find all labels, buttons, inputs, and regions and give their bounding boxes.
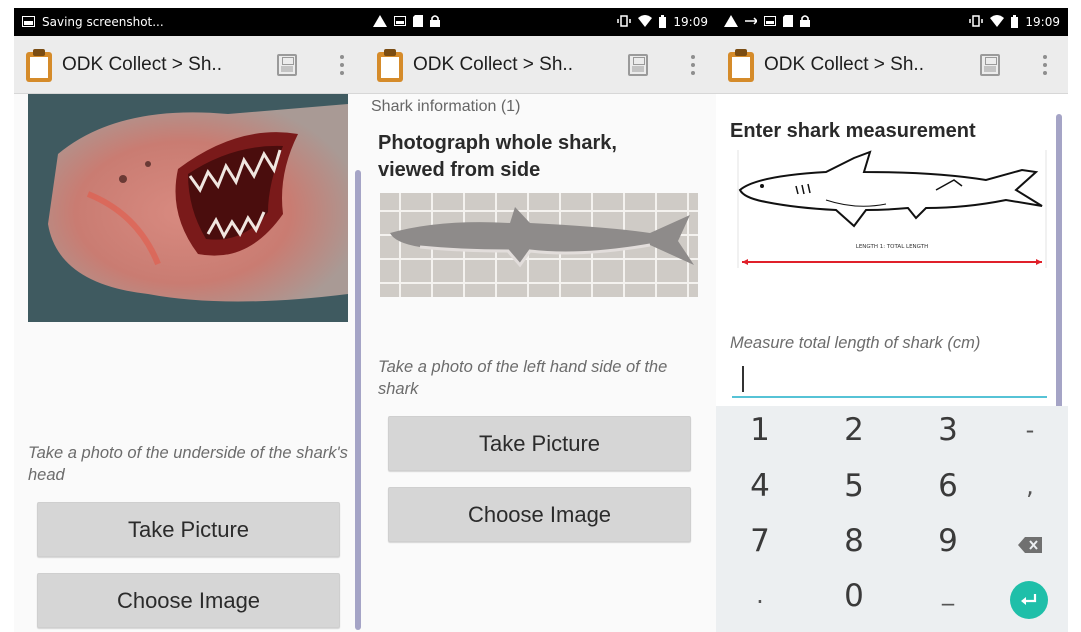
clipboard-icon bbox=[726, 48, 756, 82]
key-9[interactable]: 9 bbox=[908, 523, 988, 559]
question-hint: Take a photo of the left hand side of th… bbox=[378, 358, 668, 398]
usb-icon bbox=[745, 16, 759, 28]
clipboard-icon bbox=[375, 48, 405, 82]
choose-image-button[interactable]: Choose Image bbox=[388, 487, 691, 542]
app-toolbar: ODK Collect > Sh.. bbox=[14, 36, 365, 94]
sd-card-icon bbox=[413, 15, 423, 29]
form-content: Take a photo of the underside of the sha… bbox=[14, 94, 365, 632]
text-cursor bbox=[742, 366, 744, 392]
scrollbar[interactable] bbox=[1056, 114, 1062, 414]
screen-3: 19:09 ODK Collect > Sh.. Enter shark mea… bbox=[716, 8, 1068, 632]
overflow-menu-icon[interactable] bbox=[339, 54, 345, 75]
vibrate-icon bbox=[969, 15, 984, 29]
wifi-icon bbox=[990, 15, 1005, 29]
key-0[interactable]: 0 bbox=[814, 578, 894, 614]
lock-icon bbox=[800, 15, 810, 29]
key-5[interactable]: 5 bbox=[814, 468, 894, 504]
scrollbar[interactable] bbox=[355, 170, 361, 630]
backspace-icon[interactable] bbox=[1018, 537, 1042, 553]
battery-icon bbox=[659, 14, 667, 30]
vibrate-icon bbox=[617, 15, 632, 29]
key-7[interactable]: 7 bbox=[720, 523, 800, 559]
enter-icon[interactable] bbox=[1010, 581, 1048, 619]
sd-card-icon bbox=[783, 15, 793, 29]
save-icon[interactable] bbox=[980, 53, 1000, 76]
app-toolbar: ODK Collect > Sh.. bbox=[716, 36, 1068, 94]
key-8[interactable]: 8 bbox=[814, 523, 894, 559]
status-time: 19:09 bbox=[1025, 15, 1060, 29]
toolbar-title: ODK Collect > Sh.. bbox=[62, 53, 222, 75]
key-period[interactable]: . bbox=[720, 581, 800, 609]
save-icon[interactable] bbox=[628, 53, 648, 76]
status-bar: 19:09 bbox=[716, 8, 1068, 36]
toolbar-title: ODK Collect > Sh.. bbox=[764, 53, 924, 75]
measurement-input[interactable] bbox=[732, 356, 1047, 398]
clipboard-icon bbox=[24, 48, 54, 82]
overflow-menu-icon[interactable] bbox=[1042, 54, 1048, 75]
choose-image-button[interactable]: Choose Image bbox=[37, 573, 340, 628]
lock-icon bbox=[430, 15, 440, 29]
key-minus[interactable]: - bbox=[990, 416, 1068, 444]
save-icon[interactable] bbox=[277, 53, 297, 76]
question-hint: Take a photo of the underside of the sha… bbox=[28, 444, 348, 484]
warning-icon bbox=[724, 15, 738, 29]
diagram-caption: LENGTH 1: TOTAL LENGTH bbox=[856, 244, 928, 250]
take-picture-button[interactable]: Take Picture bbox=[388, 416, 691, 471]
shark-head-photo bbox=[28, 94, 348, 322]
shark-measurement-diagram: LENGTH 1: TOTAL LENGTH bbox=[736, 150, 1048, 268]
toolbar-title: ODK Collect > Sh.. bbox=[413, 53, 573, 75]
status-bar: Saving screenshot... bbox=[14, 8, 365, 36]
key-2[interactable]: 2 bbox=[814, 412, 894, 448]
status-notification-text: Saving screenshot... bbox=[42, 15, 164, 29]
key-3[interactable]: 3 bbox=[908, 412, 988, 448]
whole-shark-photo bbox=[380, 193, 698, 297]
status-time: 19:09 bbox=[673, 15, 708, 29]
status-bar: 19:09 bbox=[365, 8, 716, 36]
image-icon bbox=[22, 15, 35, 29]
image-icon bbox=[394, 16, 406, 28]
key-underscore[interactable]: _ bbox=[908, 578, 988, 606]
question-label: Photograph whole shark, viewed from side bbox=[378, 132, 617, 181]
take-picture-button[interactable]: Take Picture bbox=[37, 502, 340, 557]
screen-2: 19:09 ODK Collect > Sh.. Shark informati… bbox=[365, 8, 716, 632]
key-4[interactable]: 4 bbox=[720, 468, 800, 504]
numeric-keyboard: 1 2 3 - 4 5 6 , 7 8 9 . 0 _ bbox=[716, 406, 1068, 632]
group-label: Shark information (1) bbox=[371, 98, 521, 115]
app-toolbar: ODK Collect > Sh.. bbox=[365, 36, 716, 94]
image-icon bbox=[764, 16, 776, 28]
form-content: Shark information (1) Photograph whole s… bbox=[365, 94, 716, 632]
warning-icon bbox=[373, 15, 387, 29]
battery-icon bbox=[1011, 14, 1019, 30]
form-content: Enter shark measurement LENGTH 1: TOTAL … bbox=[716, 94, 1068, 632]
key-comma[interactable]: , bbox=[990, 472, 1068, 500]
key-6[interactable]: 6 bbox=[908, 468, 988, 504]
overflow-menu-icon[interactable] bbox=[690, 54, 696, 75]
question-label: Enter shark measurement bbox=[730, 120, 976, 142]
question-hint: Measure total length of shark (cm) bbox=[730, 334, 981, 352]
screen-1: Saving screenshot... ODK Collect > Sh.. bbox=[14, 8, 365, 632]
key-1[interactable]: 1 bbox=[720, 412, 800, 448]
wifi-icon bbox=[638, 15, 653, 29]
